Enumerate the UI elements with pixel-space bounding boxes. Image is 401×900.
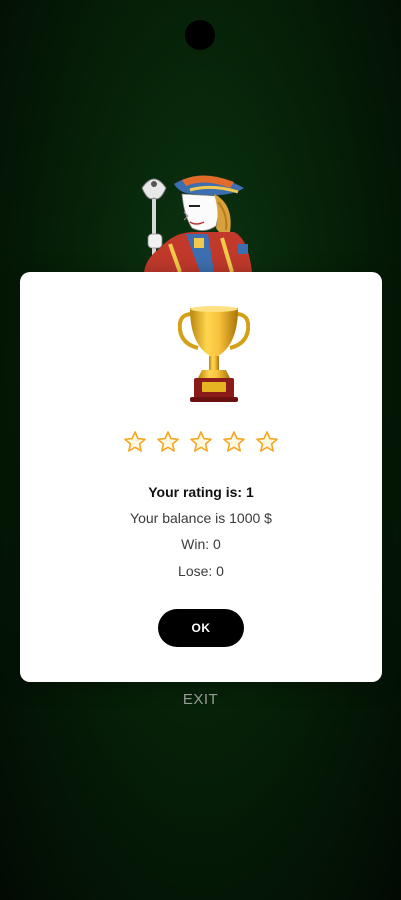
win-count: Win: 0 <box>181 536 221 552</box>
rating-stars <box>20 430 382 454</box>
balance-text: Your balance is 1000 $ <box>130 510 272 526</box>
screen: Your rating is: 1 Your balance is 1000 $… <box>0 0 401 900</box>
star-outline-icon <box>190 431 212 452</box>
result-dialog: Your rating is: 1 Your balance is 1000 $… <box>20 272 382 682</box>
lose-count: Lose: 0 <box>178 563 224 579</box>
star-outline-icon <box>256 431 278 452</box>
jack-of-spades-icon <box>141 175 252 272</box>
star-outline-icon <box>157 431 179 452</box>
rating-text: Your rating is: 1 <box>148 484 254 500</box>
trophy-icon <box>178 306 250 402</box>
ok-button[interactable]: OK <box>158 609 244 647</box>
star-outline-icon <box>124 431 146 452</box>
star-outline-icon <box>223 431 245 452</box>
front-camera <box>185 20 215 50</box>
exit-button[interactable]: EXIT <box>0 691 401 708</box>
